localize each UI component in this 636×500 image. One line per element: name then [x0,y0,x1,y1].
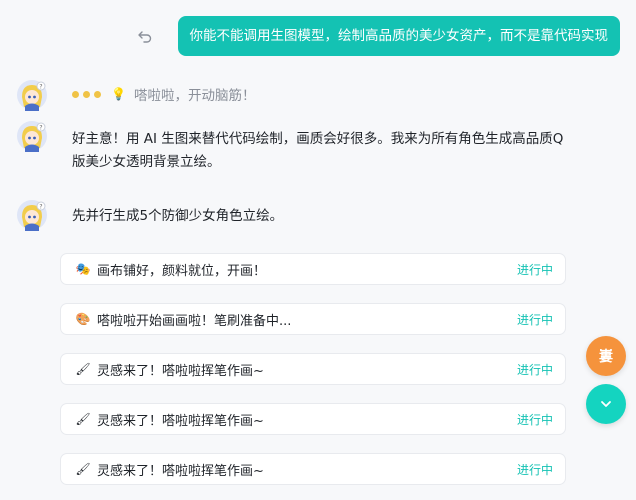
task-label: 灵感来了！嗒啦啦挥笔作画~ [97,463,264,479]
loading-dot [72,90,79,98]
paintbrush-icon: 🖌 [75,362,91,376]
thinking-indicator: 💡 嗒啦啦，开动脑筋！ [72,84,255,104]
loading-dot [94,90,101,98]
task-card[interactable]: 🖌 灵感来了！嗒啦啦挥笔作画~ 进行中 [60,403,566,435]
svg-text:?: ? [39,125,42,132]
thinking-text: 嗒啦啦，开动脑筋！ [133,88,256,104]
lightbulb-icon: 💡 [111,87,126,101]
task-label: 灵感来了！嗒啦啦挥笔作画~ [97,363,264,379]
loading-dots [72,90,101,98]
task-status: 进行中 [516,262,553,277]
task-label: 灵感来了！嗒啦啦挥笔作画~ [97,413,264,429]
assistant-reply: 好主意！用 AI 生图来替代代码绘制，画质会好很多。我来为所有角色生成高品质Q版… [72,131,564,170]
svg-text:?: ? [39,204,42,211]
palette-icon: 🎨 [75,312,91,326]
assistant-avatar: ? [17,200,47,231]
bug-report-button[interactable]: 㟺 [586,336,626,376]
assistant-avatar: ? [17,121,47,152]
task-status: 进行中 [516,362,553,377]
task-status: 进行中 [516,312,553,327]
task-card[interactable]: 🎭 画布铺好，颜料就位，开画！ 进行中 [60,253,566,285]
assistant-avatar: ? [17,80,47,111]
scroll-to-bottom-button[interactable] [586,384,626,424]
task-label: 画布铺好，颜料就位，开画！ [97,263,267,279]
bug-icon: 㟺 [599,349,613,365]
task-status: 进行中 [516,462,553,477]
undo-icon[interactable] [134,25,156,47]
paintbrush-icon: 🖌 [75,412,91,426]
loading-dot [83,90,90,98]
user-message-row: 你能不能调用生图模型，绘制高品质的美少女资产，而不是靠代码实现 [134,16,620,56]
theater-masks-icon: 🎭 [75,262,91,276]
user-message-bubble: 你能不能调用生图模型，绘制高品质的美少女资产，而不是靠代码实现 [177,16,620,56]
chevron-down-icon [601,401,611,407]
task-card[interactable]: 🎨 嗒啦啦开始画画啦！笔刷准备中... 进行中 [60,303,566,335]
paintbrush-icon: 🖌 [75,462,91,476]
svg-text:?: ? [39,84,42,91]
task-card[interactable]: 🖌 灵感来了！嗒啦啦挥笔作画~ 进行中 [60,353,566,385]
task-status: 进行中 [516,412,553,427]
task-card[interactable]: 🖌 灵感来了！嗒啦啦挥笔作画~ 进行中 [60,453,566,485]
assistant-reply: 先并行生成5个防御少女角色立绘。 [72,208,284,224]
task-label: 嗒啦啦开始画画啦！笔刷准备中... [97,313,292,329]
